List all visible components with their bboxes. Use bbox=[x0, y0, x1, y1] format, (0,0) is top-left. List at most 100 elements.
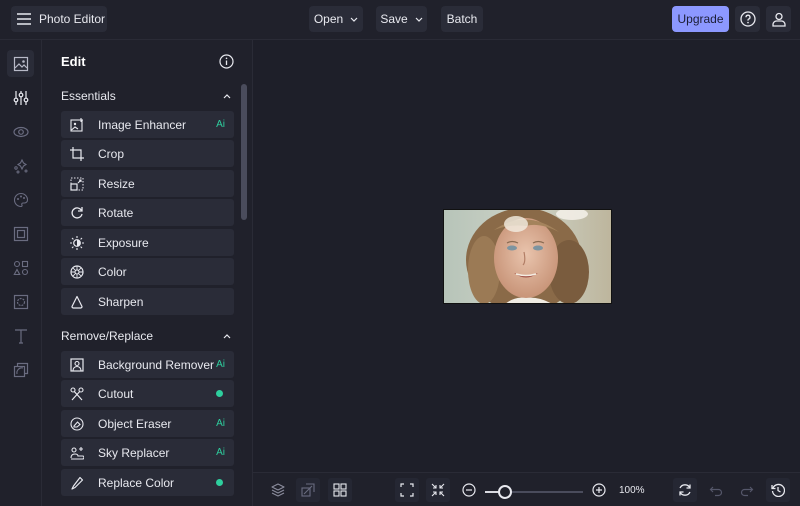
redo-icon bbox=[740, 486, 754, 497]
save-button[interactable]: Save bbox=[376, 6, 427, 32]
actual-size-button[interactable] bbox=[426, 478, 450, 502]
bottom-toolbar: 100% bbox=[253, 472, 800, 506]
rail-item-effects[interactable] bbox=[7, 118, 34, 145]
main-menu-button[interactable]: Photo Editor bbox=[11, 6, 107, 32]
open-button[interactable]: Open bbox=[309, 6, 363, 32]
rail-item-graphics[interactable] bbox=[7, 254, 34, 281]
rail-item-image[interactable] bbox=[7, 50, 34, 77]
tool-label: Rotate bbox=[98, 205, 134, 220]
tool-label: Background Remover bbox=[98, 357, 215, 372]
redo-button[interactable] bbox=[735, 478, 759, 502]
batch-label: Batch bbox=[446, 12, 478, 26]
frame-icon bbox=[13, 226, 28, 241]
tool-label: Replace Color bbox=[98, 475, 175, 490]
tool-rail bbox=[0, 40, 42, 506]
text-icon bbox=[14, 328, 27, 344]
rail-item-ai-tools[interactable] bbox=[7, 152, 34, 179]
help-button[interactable] bbox=[735, 6, 760, 32]
upgrade-button[interactable]: Upgrade bbox=[672, 6, 729, 32]
fit-screen-button[interactable] bbox=[395, 478, 419, 502]
new-indicator-dot bbox=[216, 390, 223, 397]
collapse-icon bbox=[431, 483, 445, 497]
fullscreen-icon bbox=[400, 483, 414, 497]
eraser-icon bbox=[70, 416, 84, 431]
image-icon bbox=[13, 56, 28, 71]
section-essentials-header[interactable]: Essentials bbox=[61, 87, 231, 105]
account-button[interactable] bbox=[766, 6, 791, 32]
zoom-in-icon bbox=[592, 483, 606, 497]
section-title: Essentials bbox=[61, 89, 116, 103]
resize-icon bbox=[70, 177, 84, 191]
sharpen-icon bbox=[71, 295, 83, 309]
new-indicator-dot bbox=[216, 479, 223, 486]
crop-icon bbox=[70, 146, 84, 161]
panel-title: Edit bbox=[61, 54, 86, 69]
tool-label: Color bbox=[98, 264, 127, 279]
tool-label: Resize bbox=[98, 176, 135, 191]
ai-badge: Ai bbox=[216, 119, 225, 130]
tool-resize[interactable]: Resize bbox=[61, 170, 234, 197]
tool-sharpen[interactable]: Sharpen bbox=[61, 288, 234, 315]
rail-item-overlays[interactable] bbox=[7, 356, 34, 383]
sky-icon bbox=[70, 446, 84, 460]
hamburger-icon bbox=[16, 13, 31, 25]
refresh-icon bbox=[679, 484, 691, 496]
exposure-icon bbox=[70, 235, 84, 250]
tool-rotate[interactable]: Rotate bbox=[61, 199, 234, 226]
tool-exposure[interactable]: Exposure bbox=[61, 229, 234, 256]
history-button[interactable] bbox=[766, 478, 790, 502]
thumbnails-button[interactable] bbox=[328, 478, 352, 502]
zoom-slider-thumb[interactable] bbox=[497, 485, 512, 499]
tool-label: Exposure bbox=[98, 235, 149, 250]
zoom-out-button[interactable] bbox=[457, 478, 481, 502]
app-title: Photo Editor bbox=[38, 12, 106, 26]
tool-color[interactable]: Color bbox=[61, 258, 234, 285]
ai-badge: Ai bbox=[216, 359, 225, 370]
shapes-icon bbox=[12, 260, 28, 275]
panel-scrollbar[interactable] bbox=[241, 84, 247, 220]
tool-crop[interactable]: Crop bbox=[61, 140, 234, 167]
compare-button[interactable] bbox=[296, 478, 320, 502]
open-label: Open bbox=[313, 12, 344, 26]
upgrade-label: Upgrade bbox=[677, 12, 724, 26]
sparkles-icon bbox=[13, 158, 27, 173]
tool-background-remover[interactable]: Background Remover Ai bbox=[61, 351, 234, 378]
tool-label: Cutout bbox=[98, 386, 134, 401]
grid-icon bbox=[333, 483, 347, 497]
tool-label: Sharpen bbox=[98, 294, 144, 309]
tool-label: Object Eraser bbox=[98, 416, 172, 431]
scissors-icon bbox=[70, 386, 84, 400]
tool-cutout[interactable]: Cutout bbox=[61, 380, 234, 407]
rail-item-textures[interactable] bbox=[7, 288, 34, 315]
tool-object-eraser[interactable]: Object Eraser Ai bbox=[61, 410, 234, 437]
undo-icon bbox=[709, 486, 723, 497]
top-bar: Photo Editor Open Save Batch Upgrade bbox=[0, 0, 800, 40]
reset-button[interactable] bbox=[673, 478, 697, 502]
sliders-icon bbox=[13, 90, 28, 105]
section-remove-replace-header[interactable]: Remove/Replace bbox=[61, 327, 231, 345]
batch-button[interactable]: Batch bbox=[441, 6, 483, 32]
layers-icon bbox=[271, 483, 285, 497]
ai-badge: Ai bbox=[216, 418, 225, 429]
zoom-slider[interactable] bbox=[485, 485, 583, 499]
tool-label: Crop bbox=[98, 146, 125, 161]
photo-canvas-image[interactable] bbox=[443, 209, 612, 304]
rail-item-adjust[interactable] bbox=[7, 84, 34, 111]
portrait-photo bbox=[444, 210, 611, 303]
rail-item-text[interactable] bbox=[7, 322, 34, 349]
layers-button[interactable] bbox=[266, 478, 290, 502]
zoom-in-button[interactable] bbox=[587, 478, 611, 502]
tool-image-enhancer[interactable]: Image Enhancer Ai bbox=[61, 111, 234, 138]
background-remover-icon bbox=[70, 357, 84, 372]
tool-replace-color[interactable]: Replace Color bbox=[61, 469, 234, 496]
rail-item-artsy[interactable] bbox=[7, 186, 34, 213]
zoom-percentage[interactable]: 100% bbox=[619, 485, 645, 496]
section-title: Remove/Replace bbox=[61, 329, 154, 343]
chevron-down-icon bbox=[415, 17, 423, 22]
info-icon[interactable] bbox=[219, 54, 234, 69]
canvas-area[interactable] bbox=[253, 40, 800, 472]
history-icon bbox=[771, 483, 785, 497]
rail-item-frames[interactable] bbox=[7, 220, 34, 247]
undo-button[interactable] bbox=[704, 478, 728, 502]
tool-sky-replacer[interactable]: Sky Replacer Ai bbox=[61, 439, 234, 466]
